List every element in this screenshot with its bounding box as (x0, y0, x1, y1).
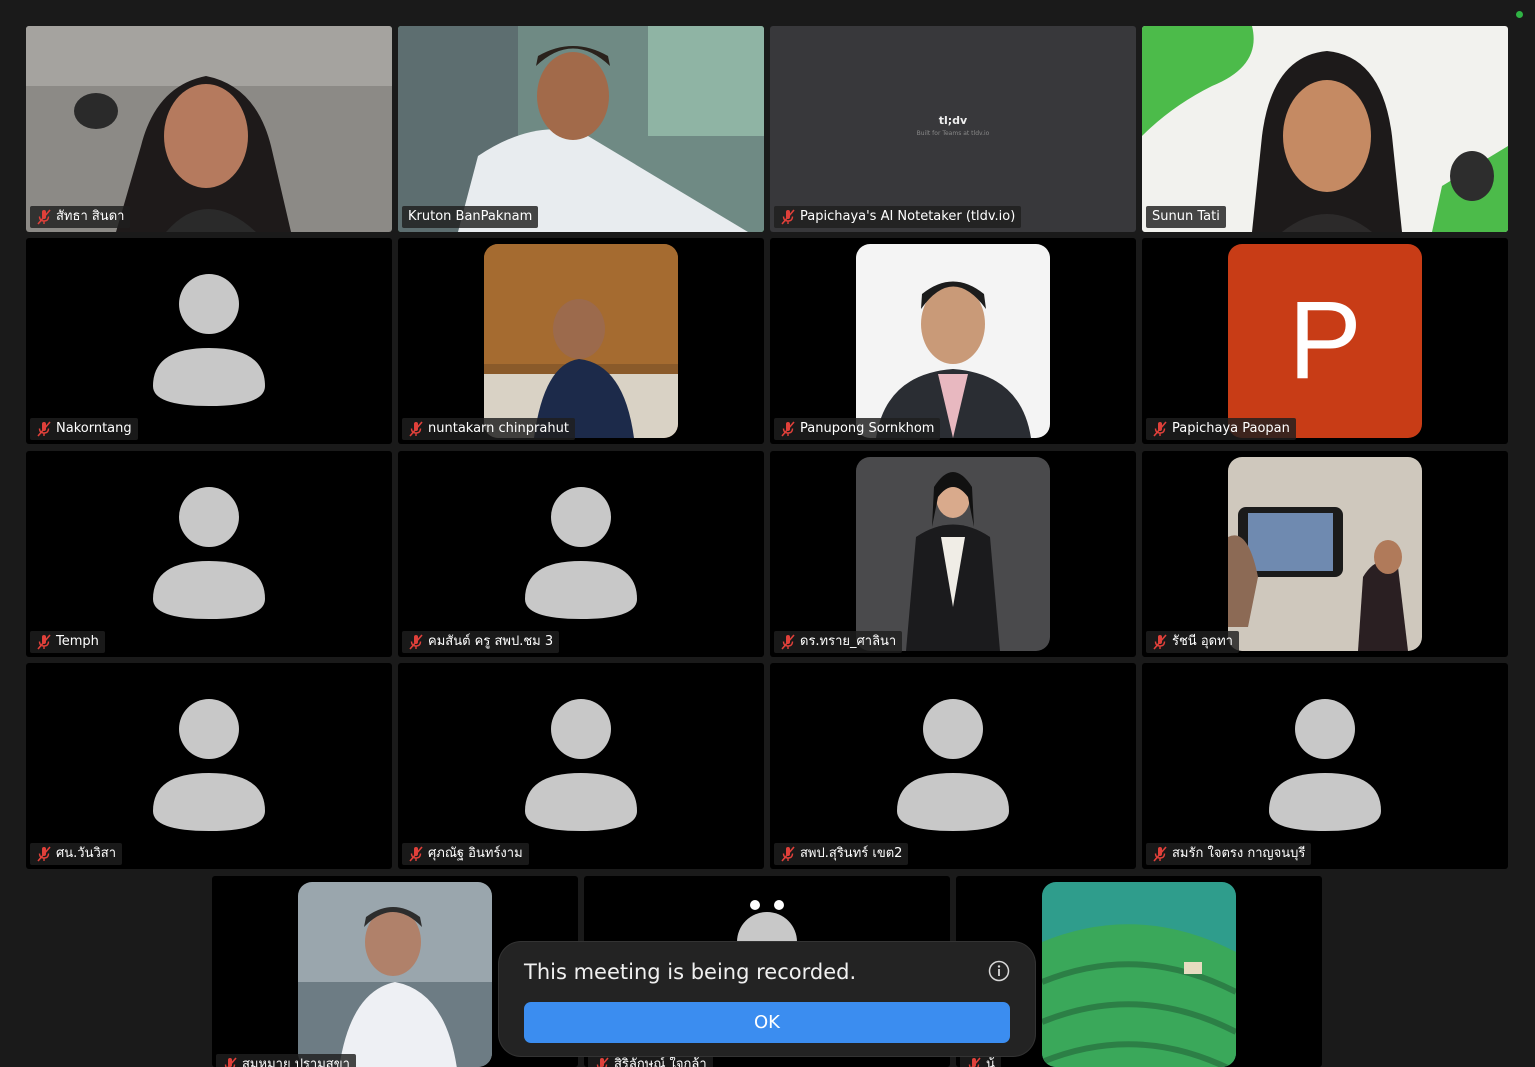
participant-name-tag: สมรัก ใจตรง กาญจนบุรี (1146, 843, 1312, 865)
participant-tile[interactable]: รัชนี อุดทา (1142, 451, 1508, 657)
muted-mic-icon (409, 421, 423, 437)
participant-video (1142, 26, 1508, 232)
profile-photo (484, 244, 678, 438)
letter-avatar: P (1228, 244, 1422, 438)
person-placeholder-icon (153, 487, 265, 619)
participant-name: สพป.สุรินทร์ เขต2 (800, 846, 903, 861)
participant-name: Sunun Tati (1152, 209, 1220, 224)
participant-tile[interactable]: ศุภณัฐ อินทร์งาม (398, 663, 764, 869)
muted-mic-icon (1153, 421, 1167, 437)
participant-tile[interactable]: ศน.วันวิสา (26, 663, 392, 869)
recording-notice-message: This meeting is being recorded. (524, 960, 857, 984)
participant-tile[interactable]: คมสันต์ ครู สพป.ชม 3 (398, 451, 764, 657)
participant-name: Temph (56, 634, 99, 649)
participant-name: สัทธา สินดา (56, 209, 125, 224)
participant-name-tag: Kruton BanPaknam (402, 206, 539, 228)
muted-mic-icon (409, 634, 423, 650)
profile-photo (856, 244, 1050, 438)
participant-tile[interactable]: สพป.สุรินทร์ เขต2 (770, 663, 1136, 869)
participant-name-tag: Sunun Tati (1146, 206, 1226, 228)
profile-photo (1042, 882, 1236, 1067)
participant-name: สมหมาย ปรามสุขา (242, 1057, 350, 1067)
participant-name: รัชนี อุดทา (1172, 634, 1233, 649)
participant-name-tag: รัชนี อุดทา (1146, 631, 1239, 653)
participant-name-tag: Temph (30, 631, 105, 653)
recording-notice-dialog: This meeting is being recorded. OK (499, 942, 1035, 1056)
muted-mic-icon (37, 634, 51, 650)
muted-mic-icon (781, 846, 795, 862)
participant-name-tag: ดร.ทราย_ศาลินา (774, 631, 903, 653)
participant-name: สมรัก ใจตรง กาญจนบุรี (1172, 846, 1306, 861)
person-placeholder-icon (525, 699, 637, 831)
ok-button[interactable]: OK (524, 1002, 1010, 1043)
participant-name-tag: Nakorntang (30, 418, 138, 440)
participant-name-tag: nuntakarn chinprahut (402, 418, 575, 440)
person-placeholder-icon (1269, 699, 1381, 831)
participant-name: Papichaya Paopan (1172, 421, 1290, 436)
profile-photo (856, 457, 1050, 651)
participant-video (398, 26, 764, 232)
participant-name-tag: ศุภณัฐ อินทร์งาม (402, 843, 529, 865)
participant-name: Nakorntang (56, 421, 132, 436)
participant-name: nuntakarn chinprahut (428, 421, 569, 436)
participant-tile[interactable]: tl;dv Built for Teams at tldv.io Papicha… (770, 26, 1136, 232)
info-icon[interactable] (988, 960, 1010, 982)
muted-mic-icon (37, 421, 51, 437)
participant-tile[interactable]: nuntakarn chinprahut (398, 238, 764, 444)
participant-name: คมสันต์ ครู สพป.ชม 3 (428, 634, 554, 649)
notetaker-subtitle: Built for Teams at tldv.io (916, 130, 990, 137)
person-placeholder-icon (525, 487, 637, 619)
muted-mic-icon (596, 1057, 609, 1067)
participant-name-tag: สมหมาย ปรามสุขา (216, 1054, 356, 1067)
participant-name-tag: Panupong Sornkhom (774, 418, 941, 440)
avatar-initial: P (1288, 279, 1362, 402)
participant-tile[interactable]: P Papichaya Paopan (1142, 238, 1508, 444)
person-placeholder-icon (897, 699, 1009, 831)
muted-mic-icon (781, 421, 795, 437)
participant-tile[interactable]: ดร.ทราย_ศาลินา (770, 451, 1136, 657)
notetaker-brand: tl;dv (938, 114, 968, 127)
profile-photo (1228, 457, 1422, 651)
participant-name-tag: สัทธา สินดา (30, 206, 131, 228)
person-placeholder-icon (153, 699, 265, 831)
recording-status-dot (1516, 11, 1523, 18)
muted-mic-icon (37, 209, 51, 225)
participant-name-tag: ศน.วันวิสา (30, 843, 122, 865)
participant-name: ดร.ทราย_ศาลินา (800, 634, 897, 649)
participant-name: Panupong Sornkhom (800, 421, 935, 436)
participant-name: ศน.วันวิสา (56, 846, 116, 861)
participant-name-tag: คมสันต์ ครู สพป.ชม 3 (402, 631, 560, 653)
participant-name: ศุภณัฐ อินทร์งาม (428, 846, 523, 861)
muted-mic-icon (409, 846, 423, 862)
participant-name-tag: Papichaya's AI Notetaker (tldv.io) (774, 206, 1022, 228)
participant-tile[interactable]: สัทธา สินดา (26, 26, 392, 232)
participant-tile[interactable]: Panupong Sornkhom (770, 238, 1136, 444)
profile-photo (298, 882, 492, 1067)
muted-mic-icon (781, 634, 795, 650)
person-placeholder-icon (153, 274, 265, 406)
participant-video (26, 26, 392, 232)
muted-mic-icon (224, 1057, 237, 1067)
muted-mic-icon (1153, 846, 1167, 862)
participant-tile[interactable]: Temph (26, 451, 392, 657)
participant-tile[interactable]: Sunun Tati (1142, 26, 1508, 232)
participant-tile[interactable]: สมรัก ใจตรง กาญจนบุรี (1142, 663, 1508, 869)
participant-name-tag: สพป.สุรินทร์ เขต2 (774, 843, 909, 865)
more-options-icon[interactable] (748, 898, 788, 912)
participant-tile[interactable]: Nakorntang (26, 238, 392, 444)
muted-mic-icon (1153, 634, 1167, 650)
muted-mic-icon (968, 1057, 981, 1067)
muted-mic-icon (781, 209, 795, 225)
participant-name-tag: Papichaya Paopan (1146, 418, 1296, 440)
participant-name: Papichaya's AI Notetaker (tldv.io) (800, 209, 1016, 224)
participant-name: Kruton BanPaknam (408, 209, 533, 224)
participant-tile-active-speaker[interactable]: Kruton BanPaknam (398, 26, 764, 232)
muted-mic-icon (37, 846, 51, 862)
